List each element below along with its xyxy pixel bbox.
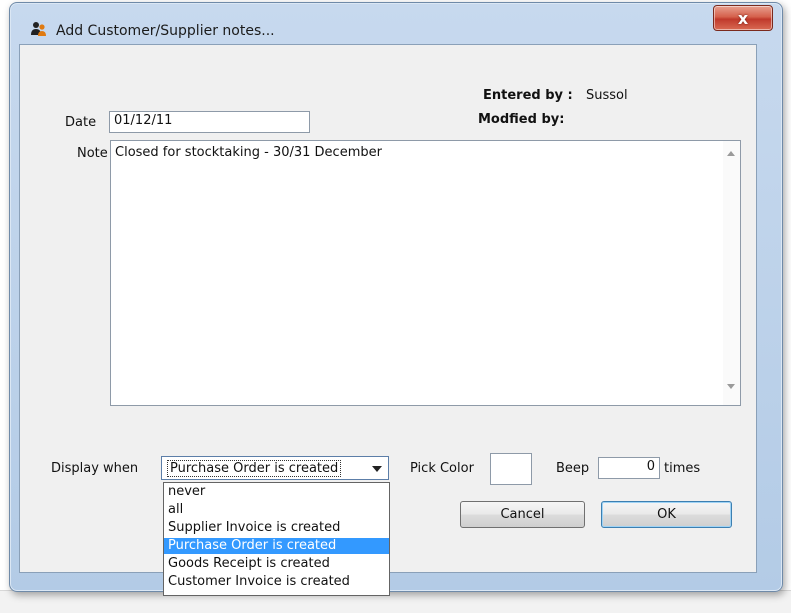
pick-color-swatch[interactable] [490,453,532,485]
note-label: Note [77,146,108,161]
display-when-selected: Purchase Order is created [167,460,342,477]
display-when-dropdown: never all Supplier Invoice is created Pu… [163,482,390,596]
scroll-down-icon[interactable] [727,384,735,389]
note-textarea[interactable]: Closed for stocktaking - 30/31 December [110,140,741,406]
scroll-up-icon[interactable] [727,151,735,156]
entered-by-value: Sussol [586,88,628,103]
users-icon [30,21,48,37]
background-bottom [0,590,791,613]
dropdown-option-customer-invoice[interactable]: Customer Invoice is created [164,574,389,590]
window-title: Add Customer/Supplier notes... [56,23,275,39]
note-text: Closed for stocktaking - 30/31 December [115,145,382,160]
beep-count-field[interactable]: 0 [598,457,660,479]
dropdown-option-supplier-invoice[interactable]: Supplier Invoice is created [164,520,389,536]
display-when-select[interactable]: Purchase Order is created [161,456,389,480]
close-button[interactable]: x [713,5,773,31]
beep-unit-label: times [664,461,701,476]
beep-label: Beep [556,461,590,476]
display-when-label: Display when [51,461,139,476]
entered-by-label: Entered by : [483,88,573,103]
note-scrollbar[interactable] [723,141,740,405]
dropdown-option-purchase-order[interactable]: Purchase Order is created [164,538,389,554]
chevron-down-icon[interactable] [372,466,382,472]
date-field[interactable]: 01/12/11 [109,111,310,133]
cancel-button[interactable]: Cancel [460,501,585,528]
pick-color-label: Pick Color [410,461,474,476]
dropdown-option-all[interactable]: all [164,502,389,518]
dropdown-option-goods-receipt[interactable]: Goods Receipt is created [164,556,389,572]
ok-button[interactable]: OK [601,501,732,528]
close-icon: x [737,8,749,28]
title-bar[interactable]: Add Customer/Supplier notes... x [10,3,782,45]
date-label: Date [65,115,97,130]
dropdown-option-never[interactable]: never [164,484,389,500]
modified-by-label: Modfied by: [478,112,565,127]
